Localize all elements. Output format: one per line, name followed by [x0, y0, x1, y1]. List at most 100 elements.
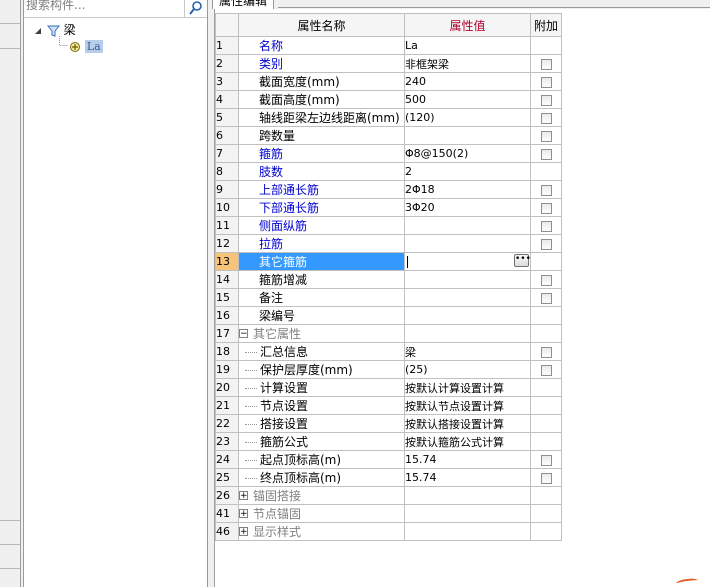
- property-row[interactable]: 46 + 显示样式: [215, 522, 562, 541]
- property-name-cell[interactable]: 搭接设置: [238, 414, 405, 433]
- property-value-cell[interactable]: 500: [404, 90, 531, 109]
- attach-checkbox[interactable]: [540, 112, 552, 124]
- property-value-cell[interactable]: [404, 270, 531, 289]
- attach-checkbox[interactable]: [540, 472, 552, 484]
- property-row[interactable]: 25 终点顶标高(m) 15.74: [215, 468, 562, 487]
- attach-checkbox[interactable]: [540, 148, 552, 160]
- property-row[interactable]: 41 + 节点锚固: [215, 504, 562, 523]
- property-row[interactable]: 19 保护层厚度(mm) (25): [215, 360, 562, 379]
- property-name-cell[interactable]: 梁编号: [238, 306, 405, 325]
- property-value-cell[interactable]: (120): [404, 108, 531, 127]
- attach-checkbox[interactable]: [540, 364, 552, 376]
- expand-icon[interactable]: +: [239, 491, 248, 501]
- property-row[interactable]: 21 节点设置 按默认节点设置计算: [215, 396, 562, 415]
- attach-checkbox[interactable]: [540, 184, 552, 196]
- property-value-cell[interactable]: 2Φ18: [404, 180, 531, 199]
- property-row[interactable]: 26 + 锚固搭接: [215, 486, 562, 505]
- property-row[interactable]: 2 类别 非框架梁: [215, 54, 562, 73]
- property-row[interactable]: 12 拉筋: [215, 234, 562, 253]
- property-name-cell[interactable]: 终点顶标高(m): [238, 468, 405, 487]
- collapse-triangle-icon[interactable]: [34, 27, 42, 35]
- property-value-cell[interactable]: Φ8@150(2): [404, 144, 531, 163]
- property-value-cell[interactable]: [404, 504, 531, 523]
- property-value-cell[interactable]: •••: [404, 252, 531, 271]
- search-input[interactable]: [26, 0, 176, 14]
- property-row[interactable]: 6 跨数量: [215, 126, 562, 145]
- property-row[interactable]: 24 起点顶标高(m) 15.74: [215, 450, 562, 469]
- property-name-cell[interactable]: 汇总信息: [238, 342, 405, 361]
- property-name-cell[interactable]: + 锚固搭接: [238, 486, 405, 505]
- property-name-cell[interactable]: + 节点锚固: [238, 504, 405, 523]
- ellipsis-icon[interactable]: •••: [514, 254, 530, 267]
- property-value-cell[interactable]: [404, 288, 531, 307]
- property-row[interactable]: 20 计算设置 按默认计算设置计算: [215, 378, 562, 397]
- property-row[interactable]: 10 下部通长筋 3Φ20: [215, 198, 562, 217]
- attach-checkbox[interactable]: [540, 130, 552, 142]
- property-name-cell[interactable]: 拉筋: [238, 234, 405, 253]
- property-value-cell[interactable]: 2: [404, 162, 531, 181]
- property-name-cell[interactable]: 截面宽度(mm): [238, 72, 405, 91]
- property-row[interactable]: 1 名称 La: [215, 36, 562, 55]
- property-value-cell[interactable]: 按默认箍筋公式计算: [404, 432, 531, 451]
- search-button[interactable]: [184, 0, 207, 17]
- property-row[interactable]: 23 箍筋公式 按默认箍筋公式计算: [215, 432, 562, 451]
- tree-root-label[interactable]: 梁: [64, 23, 76, 37]
- attach-checkbox[interactable]: [540, 346, 552, 358]
- collapse-icon[interactable]: −: [239, 329, 248, 339]
- property-name-cell[interactable]: 上部通长筋: [238, 180, 405, 199]
- property-value-cell[interactable]: 240: [404, 72, 531, 91]
- property-row[interactable]: 8 肢数 2: [215, 162, 562, 181]
- attach-checkbox[interactable]: [540, 292, 552, 304]
- property-name-cell[interactable]: 起点顶标高(m): [238, 450, 405, 469]
- property-row[interactable]: 7 箍筋 Φ8@150(2): [215, 144, 562, 163]
- property-row[interactable]: 22 搭接设置 按默认搭接设置计算: [215, 414, 562, 433]
- property-name-cell[interactable]: 侧面纵筋: [238, 216, 405, 235]
- attach-checkbox[interactable]: [540, 454, 552, 466]
- tree-child-label[interactable]: La: [84, 40, 103, 53]
- property-name-cell[interactable]: 保护层厚度(mm): [238, 360, 405, 379]
- property-row[interactable]: 15 备注: [215, 288, 562, 307]
- property-value-cell[interactable]: [404, 216, 531, 235]
- property-row[interactable]: 11 侧面纵筋: [215, 216, 562, 235]
- property-name-cell[interactable]: 名称: [238, 36, 405, 55]
- property-name-cell[interactable]: + 显示样式: [238, 522, 405, 541]
- property-row[interactable]: 3 截面宽度(mm) 240: [215, 72, 562, 91]
- property-row[interactable]: 16 梁编号: [215, 306, 562, 325]
- attach-checkbox[interactable]: [540, 220, 552, 232]
- property-value-cell[interactable]: 15.74: [404, 450, 531, 469]
- property-value-cell[interactable]: 按默认计算设置计算: [404, 378, 531, 397]
- expand-icon[interactable]: +: [239, 527, 248, 537]
- property-name-cell[interactable]: 计算设置: [238, 378, 405, 397]
- property-value-cell[interactable]: [404, 522, 531, 541]
- property-value-cell[interactable]: [404, 306, 531, 325]
- attach-checkbox[interactable]: [540, 94, 552, 106]
- attach-checkbox[interactable]: [540, 238, 552, 250]
- property-name-cell[interactable]: 跨数量: [238, 126, 405, 145]
- property-value-cell[interactable]: [404, 234, 531, 253]
- property-value-cell[interactable]: 15.74: [404, 468, 531, 487]
- property-name-cell[interactable]: 箍筋增减: [238, 270, 405, 289]
- attach-checkbox[interactable]: [540, 76, 552, 88]
- property-value-cell[interactable]: 按默认搭接设置计算: [404, 414, 531, 433]
- property-name-cell[interactable]: 箍筋: [238, 144, 405, 163]
- property-value-cell[interactable]: (25): [404, 360, 531, 379]
- property-name-cell[interactable]: 箍筋公式: [238, 432, 405, 451]
- tree-node-la[interactable]: La: [69, 38, 103, 54]
- property-name-cell[interactable]: 下部通长筋: [238, 198, 405, 217]
- property-value-cell[interactable]: [404, 324, 531, 343]
- property-row[interactable]: 5 轴线距梁左边线距离(mm) (120): [215, 108, 562, 127]
- property-name-cell[interactable]: − 其它属性: [238, 324, 405, 343]
- property-name-cell[interactable]: 节点设置: [238, 396, 405, 415]
- property-value-cell[interactable]: La: [404, 36, 531, 55]
- property-value-cell[interactable]: [404, 486, 531, 505]
- property-name-cell[interactable]: 肢数: [238, 162, 405, 181]
- tab-property-edit[interactable]: 属性编辑: [212, 0, 275, 9]
- property-name-cell[interactable]: 其它箍筋: [238, 252, 405, 271]
- property-row[interactable]: 9 上部通长筋 2Φ18: [215, 180, 562, 199]
- property-row[interactable]: 4 截面高度(mm) 500: [215, 90, 562, 109]
- attach-checkbox[interactable]: [540, 274, 552, 286]
- property-value-cell[interactable]: 3Φ20: [404, 198, 531, 217]
- attach-checkbox[interactable]: [540, 202, 552, 214]
- property-row[interactable]: 14 箍筋增减: [215, 270, 562, 289]
- expand-icon[interactable]: +: [239, 509, 248, 519]
